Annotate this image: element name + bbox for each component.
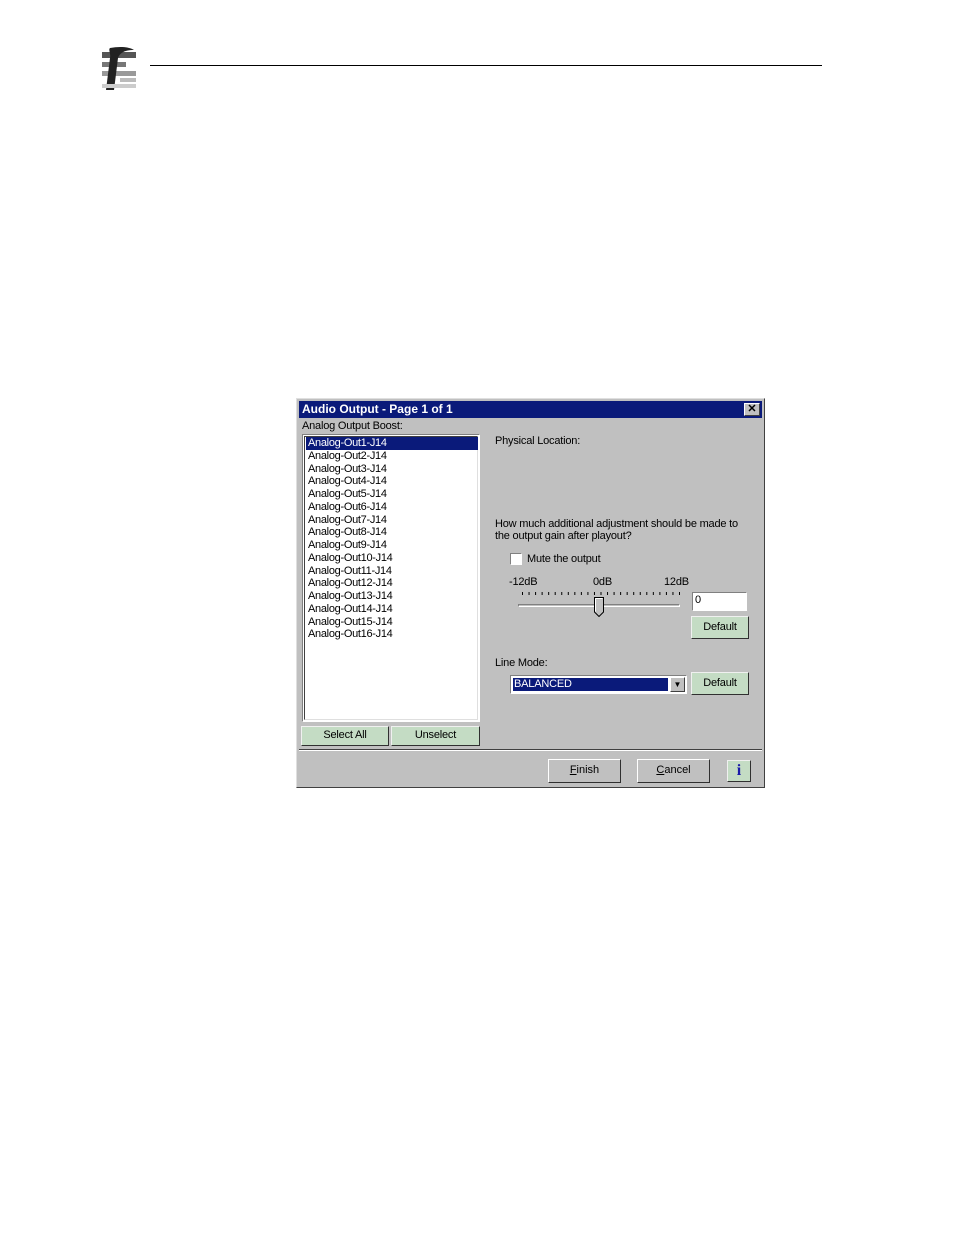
- physical-location-label: Physical Location:: [495, 435, 581, 447]
- output-listbox[interactable]: Analog-Out1-J14 Analog-Out2-J14 Analog-Out…: [302, 434, 480, 722]
- mute-label: Mute the output: [527, 553, 601, 565]
- list-item[interactable]: Analog-Out11-J14: [306, 565, 478, 578]
- cancel-button[interactable]: Cancel: [637, 759, 710, 783]
- slider-ticks: [522, 592, 680, 595]
- finish-button[interactable]: Finish: [548, 759, 621, 783]
- list-item[interactable]: Analog-Out1-J14: [306, 437, 478, 450]
- chevron-down-icon[interactable]: ▼: [670, 677, 685, 692]
- finish-label: Finish: [569, 764, 600, 776]
- list-item[interactable]: Analog-Out2-J14: [306, 450, 478, 463]
- list-item[interactable]: Analog-Out9-J14: [306, 539, 478, 552]
- header-rule: [150, 65, 822, 66]
- question-line-2: the output gain after playout?: [495, 530, 632, 542]
- list-item[interactable]: Analog-Out13-J14: [306, 590, 478, 603]
- line-mode-default-button[interactable]: Default: [691, 672, 749, 695]
- list-item[interactable]: Analog-Out12-J14: [306, 577, 478, 590]
- list-item[interactable]: Analog-Out6-J14: [306, 501, 478, 514]
- cancel-label: Cancel: [656, 764, 691, 776]
- list-item[interactable]: Analog-Out8-J14: [306, 526, 478, 539]
- output-list: Analog-Out1-J14 Analog-Out2-J14 Analog-Out…: [304, 436, 478, 720]
- audio-output-dialog: Audio Output - Page 1 of 1 ✕ Analog Outp…: [296, 398, 765, 788]
- gain-value-field[interactable]: 0: [692, 592, 747, 611]
- line-mode-label: Line Mode:: [495, 657, 548, 669]
- line-mode-select[interactable]: BALANCED ▼: [510, 675, 687, 694]
- slider-max-label: 12dB: [664, 576, 689, 588]
- company-logo: [96, 42, 140, 94]
- title-bar[interactable]: Audio Output - Page 1 of 1 ✕: [299, 401, 762, 418]
- info-icon[interactable]: i: [727, 760, 751, 782]
- list-label: Analog Output Boost:: [302, 420, 403, 432]
- footer-separator: [299, 749, 762, 751]
- dialog-title: Audio Output - Page 1 of 1: [302, 402, 453, 416]
- select-all-button[interactable]: Select All: [301, 726, 389, 746]
- gain-default-button[interactable]: Default: [691, 616, 749, 639]
- list-item[interactable]: Analog-Out10-J14: [306, 552, 478, 565]
- gain-slider-thumb[interactable]: [594, 597, 604, 617]
- list-item[interactable]: Analog-Out4-J14: [306, 475, 478, 488]
- list-item[interactable]: Analog-Out7-J14: [306, 514, 478, 527]
- slider-mid-label: 0dB: [593, 576, 612, 588]
- slider-min-label: -12dB: [509, 576, 538, 588]
- line-mode-value: BALANCED: [512, 677, 669, 692]
- mute-checkbox[interactable]: [510, 553, 522, 565]
- unselect-button[interactable]: Unselect: [391, 726, 480, 746]
- list-item[interactable]: Analog-Out3-J14: [306, 463, 478, 476]
- list-item[interactable]: Analog-Out5-J14: [306, 488, 478, 501]
- list-item[interactable]: Analog-Out15-J14: [306, 616, 478, 629]
- list-item[interactable]: Analog-Out14-J14: [306, 603, 478, 616]
- close-icon[interactable]: ✕: [744, 403, 760, 416]
- list-item[interactable]: Analog-Out16-J14: [306, 628, 478, 641]
